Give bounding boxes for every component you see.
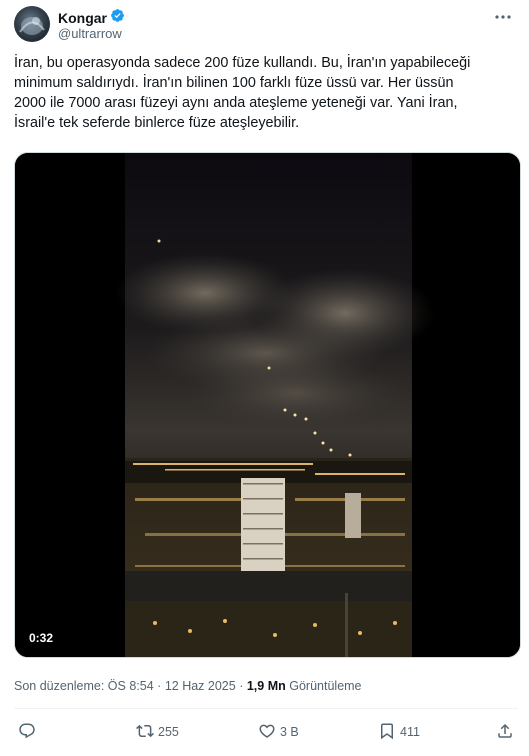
like-count: 3 B [280, 725, 299, 739]
repost-count: 255 [158, 725, 179, 739]
share-icon [496, 722, 514, 743]
avatar[interactable] [14, 6, 50, 42]
views-label: Görüntüleme [289, 679, 362, 693]
reply-icon [18, 722, 36, 743]
divider [14, 708, 518, 709]
heart-icon [258, 722, 276, 743]
tweet-meta: Son düzenleme: ÖS 8:54 · 12 Haz 2025 · 1… [14, 679, 362, 693]
tweet-line: İran, bu operasyonda sadece 200 füze kul… [14, 55, 471, 71]
views-count: 1,9 Mn [246, 679, 286, 693]
video-player[interactable]: 0:32 [14, 152, 521, 658]
tweet-line: 2000 ile 7000 arası füzeyi aynı anda ate… [14, 95, 458, 111]
tweet-line: minimum saldırıydı. İran'ın bilinen 100 … [14, 75, 454, 91]
tweet-header: Kongar @ultrarrow [14, 6, 518, 46]
repost-button[interactable]: 255 [136, 720, 179, 744]
share-button[interactable] [496, 720, 514, 744]
video-frame [15, 153, 520, 657]
bookmark-icon [378, 722, 396, 743]
author-handle[interactable]: @ultrarrow [58, 26, 122, 41]
edited-label[interactable]: Son düzenleme: ÖS 8:54 [14, 679, 154, 693]
tweet-text: İran, bu operasyonda sadece 200 füze kul… [14, 53, 518, 133]
tweet-date[interactable]: 12 Haz 2025 [165, 679, 236, 693]
tweet-line: İsrail'e tek seferde binlerce füze ateşl… [14, 115, 300, 131]
more-options-icon[interactable] [492, 8, 514, 26]
meta-separator: · [157, 679, 162, 693]
author-name[interactable]: Kongar [58, 10, 107, 26]
action-bar: 255 3 B 411 [14, 720, 518, 744]
verified-badge-icon [110, 8, 125, 28]
repost-icon [136, 722, 154, 743]
bookmark-count: 411 [400, 725, 420, 739]
like-button[interactable]: 3 B [258, 720, 299, 744]
reply-button[interactable] [18, 720, 36, 744]
meta-separator: · [239, 679, 244, 693]
video-duration: 0:32 [29, 631, 54, 645]
bookmark-button[interactable]: 411 [378, 720, 420, 744]
